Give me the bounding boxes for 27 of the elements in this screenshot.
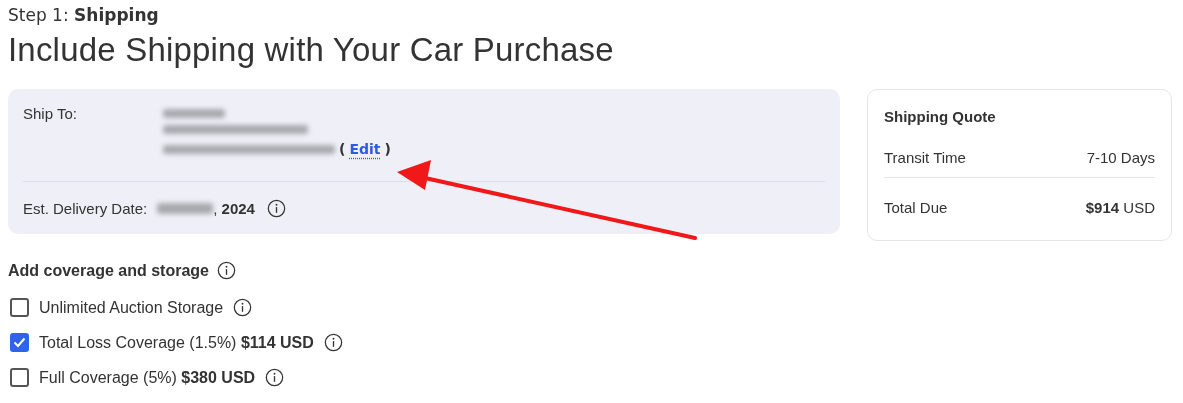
ship-to-label: Ship To: bbox=[23, 105, 78, 124]
option-label: Full Coverage (5%) $380 USD bbox=[39, 368, 256, 387]
quote-label: Transit Time bbox=[884, 148, 966, 166]
edit-link[interactable]: Edit bbox=[349, 141, 381, 157]
quote-label: Total Due bbox=[884, 198, 948, 216]
redacted-text bbox=[163, 109, 225, 118]
info-icon[interactable] bbox=[216, 261, 236, 280]
quote-value: $914 USD bbox=[1085, 198, 1155, 216]
info-icon[interactable] bbox=[265, 368, 285, 387]
parenthesis: ) bbox=[384, 141, 391, 157]
parenthesis: ( bbox=[339, 141, 346, 157]
checkbox[interactable] bbox=[10, 368, 29, 387]
option-label: Unlimited Auction Storage bbox=[39, 298, 224, 317]
delivery-year: , 2024 bbox=[213, 199, 255, 217]
section-heading: Add coverage and storage bbox=[8, 261, 209, 280]
info-icon[interactable] bbox=[266, 198, 286, 218]
quote-value: 7-10 Days bbox=[1086, 148, 1155, 166]
quote-title: Shipping Quote bbox=[884, 108, 997, 125]
info-icon[interactable] bbox=[323, 333, 343, 352]
delivery-date-label: Est. Delivery Date: bbox=[23, 199, 148, 217]
option-label: Total Loss Coverage (1.5%) $114 USD bbox=[39, 333, 314, 352]
redacted-text bbox=[157, 202, 214, 214]
checkbox[interactable] bbox=[10, 333, 29, 352]
checkbox[interactable] bbox=[10, 298, 29, 317]
info-icon[interactable] bbox=[233, 298, 253, 317]
page-title: Include Shipping with Your Car Purchase bbox=[8, 31, 615, 69]
step-label: Step 1: Shipping bbox=[8, 5, 160, 25]
